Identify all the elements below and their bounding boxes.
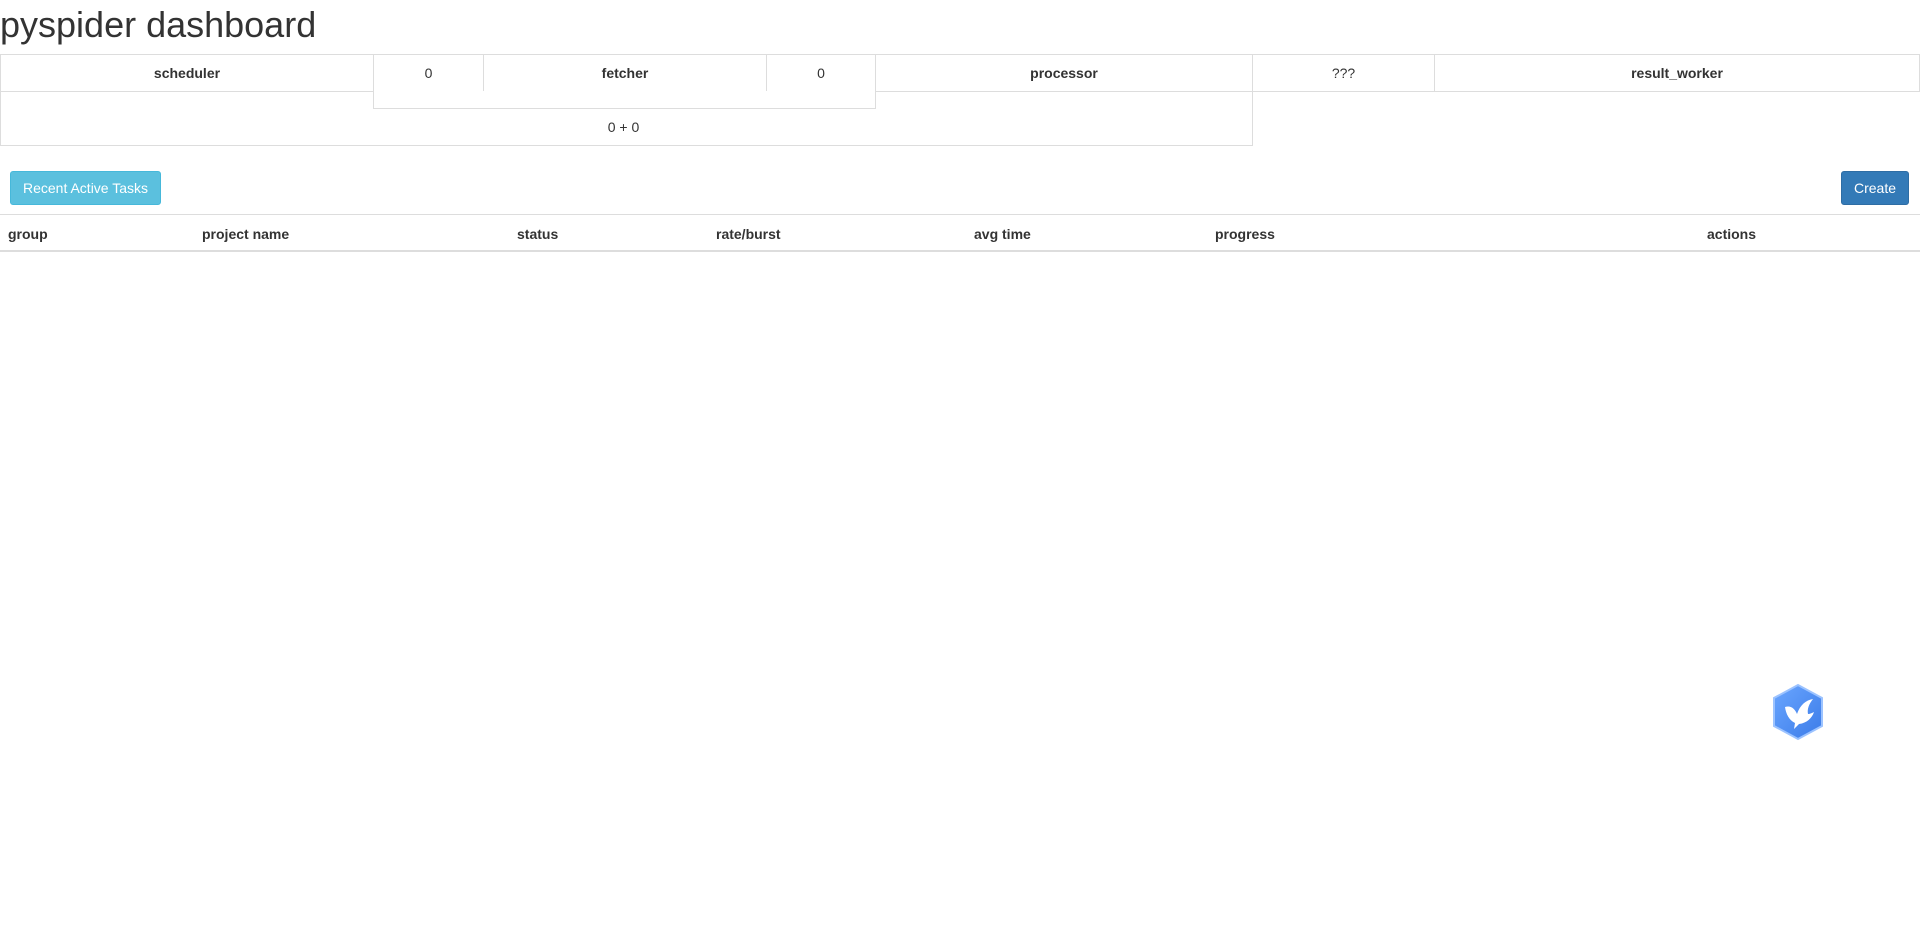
scheduler-fetcher-queue-count: 0 bbox=[373, 54, 484, 92]
new-tasks-value: 0 + 0 bbox=[607, 119, 640, 135]
column-header-project-name[interactable]: project name bbox=[202, 215, 289, 251]
page-title: pyspider dashboard bbox=[0, 4, 317, 45]
processor-label: processor bbox=[875, 54, 1253, 92]
scheduler-label: scheduler bbox=[0, 54, 374, 92]
fetcher-processor-queue-count: 0 bbox=[766, 54, 876, 92]
fetcher-label: fetcher bbox=[483, 54, 767, 92]
create-project-button[interactable]: Create bbox=[1841, 171, 1909, 205]
floating-assistant-button[interactable] bbox=[1771, 683, 1825, 741]
column-header-status[interactable]: status bbox=[517, 215, 558, 251]
column-header-actions[interactable]: actions bbox=[1707, 215, 1756, 251]
bird-logo-icon bbox=[1773, 683, 1823, 741]
fetch-bracket bbox=[373, 91, 876, 109]
queue-status-panel: scheduler 0 fetcher 0 processor ??? resu… bbox=[0, 54, 1920, 146]
column-header-group[interactable]: group bbox=[8, 215, 48, 251]
column-header-progress[interactable]: progress bbox=[1215, 215, 1275, 251]
column-header-rate-burst[interactable]: rate/burst bbox=[716, 215, 781, 251]
processor-result-queue-count: ??? bbox=[1252, 54, 1435, 92]
projects-table: group project name status rate/burst avg… bbox=[0, 214, 1920, 252]
result-worker-label: result_worker bbox=[1434, 54, 1920, 92]
recent-active-tasks-button[interactable]: Recent Active Tasks bbox=[10, 171, 161, 205]
dashboard-page: pyspider dashboard scheduler 0 fetcher 0… bbox=[0, 0, 1920, 937]
table-header: group project name status rate/burst avg… bbox=[0, 214, 1920, 252]
column-header-avg-time[interactable]: avg time bbox=[974, 215, 1031, 251]
